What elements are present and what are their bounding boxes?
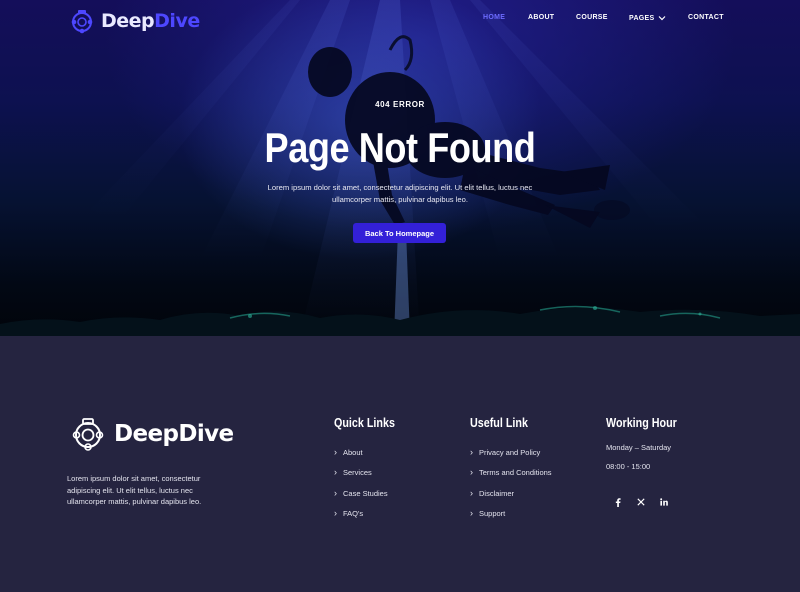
seabed-decoration — [0, 305, 800, 336]
useful-link-title: Useful Link — [470, 416, 528, 430]
chevron-right-icon: › — [470, 487, 473, 498]
hero-description: Lorem ipsum dolor sit amet, consectetur … — [267, 183, 533, 204]
footer: DeepDive Lorem ipsum dolor sit amet, con… — [0, 336, 800, 592]
useful-link-column: Useful Link › Privacy and Policy › Terms a… — [470, 416, 552, 524]
back-to-homepage-button[interactable]: Back To Homepage — [353, 223, 446, 243]
chevron-right-icon: › — [470, 467, 473, 478]
quick-links-title: Quick Links — [334, 416, 395, 430]
chevron-right-icon: › — [334, 467, 337, 478]
nav-item-course[interactable]: COURSE — [576, 14, 608, 21]
chevron-right-icon: › — [470, 508, 473, 519]
chevron-right-icon: › — [334, 487, 337, 498]
nav-item-pages[interactable]: PAGES — [629, 14, 666, 23]
working-hours: 08:00 - 15:00 — [606, 462, 651, 471]
footer-logo[interactable]: DeepDive — [70, 416, 234, 452]
linkedin-icon[interactable] — [652, 496, 675, 508]
quick-links-column: Quick Links › About › Services › Case Studi… — [334, 416, 405, 524]
diving-helmet-icon — [70, 416, 106, 452]
footer-link-about[interactable]: › About — [334, 442, 405, 463]
footer-link-services[interactable]: › Services — [334, 463, 405, 484]
nav-item-contact[interactable]: CONTACT — [688, 14, 724, 21]
page-title: Page Not Found — [264, 124, 536, 171]
nav-item-pages-label: PAGES — [629, 15, 655, 22]
x-twitter-icon[interactable] — [629, 496, 652, 508]
chevron-right-icon: › — [334, 508, 337, 519]
error-code-label: 404 ERROR — [375, 100, 425, 109]
facebook-icon[interactable] — [606, 496, 629, 508]
footer-link-case-studies[interactable]: › Case Studies — [334, 483, 405, 504]
nav-item-about[interactable]: ABOUT — [528, 14, 554, 21]
footer-link-privacy[interactable]: › Privacy and Policy — [470, 442, 552, 463]
chevron-right-icon: › — [334, 446, 337, 457]
footer-link-faqs[interactable]: › FAQ's — [334, 504, 405, 525]
nav-item-home[interactable]: HOME — [483, 14, 505, 21]
social-links — [606, 496, 675, 508]
footer-about-text: Lorem ipsum dolor sit amet, consectetur … — [67, 474, 202, 506]
chevron-right-icon: › — [470, 446, 473, 457]
working-hour-title: Working Hour — [606, 416, 677, 430]
footer-link-disclaimer[interactable]: › Disclaimer — [470, 483, 552, 504]
footer-link-support[interactable]: › Support — [470, 504, 552, 525]
chevron-down-icon — [658, 14, 666, 23]
working-hour-column: Working Hour Monday – Saturday 08:00 - 1… — [606, 416, 688, 472]
working-days: Monday – Saturday — [606, 443, 672, 452]
footer-link-terms[interactable]: › Terms and Conditions — [470, 463, 552, 484]
main-nav: HOME ABOUT COURSE PAGES CONTACT — [0, 14, 800, 28]
footer-brand-name: DeepDive — [114, 421, 234, 447]
hero-section: DeepDive HOME ABOUT COURSE PAGES CONTACT… — [0, 0, 800, 336]
